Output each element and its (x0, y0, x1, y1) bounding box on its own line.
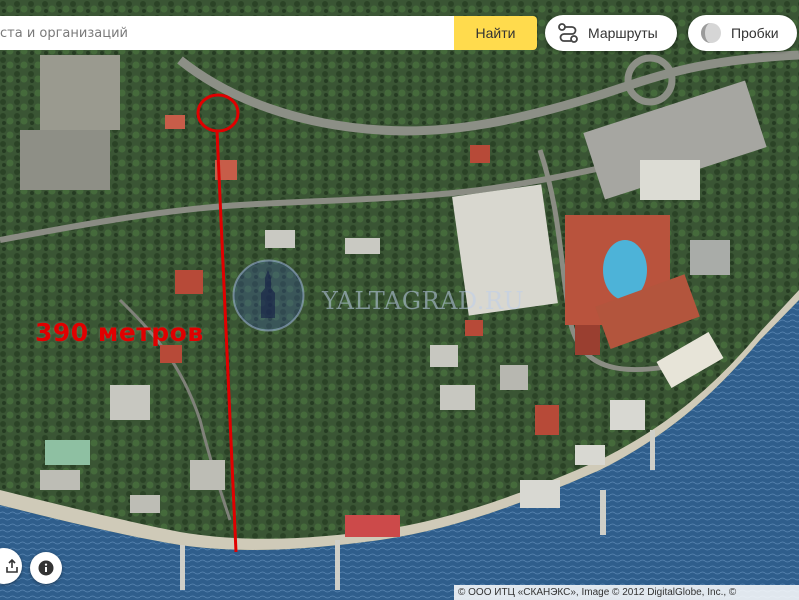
routes-icon (558, 23, 578, 43)
search-bar: Найти (0, 16, 537, 50)
routes-button[interactable]: Маршруты (545, 15, 677, 51)
info-button[interactable] (30, 552, 62, 584)
copyright-text: © ООО ИТЦ «СКАНЭКС», Image © 2012 Digita… (454, 585, 799, 600)
search-input[interactable] (0, 16, 454, 50)
traffic-button[interactable]: Пробки (688, 15, 797, 51)
distance-label: 390 метров (35, 318, 204, 347)
share-icon (6, 558, 18, 573)
search-button[interactable]: Найти (454, 16, 537, 50)
watermark-text: YALTAGRAD.RU (322, 287, 525, 315)
routes-label: Маршруты (588, 25, 658, 41)
info-icon (38, 560, 54, 576)
traffic-label: Пробки (731, 25, 779, 41)
watermark-logo (232, 259, 305, 332)
traffic-icon (701, 23, 721, 43)
